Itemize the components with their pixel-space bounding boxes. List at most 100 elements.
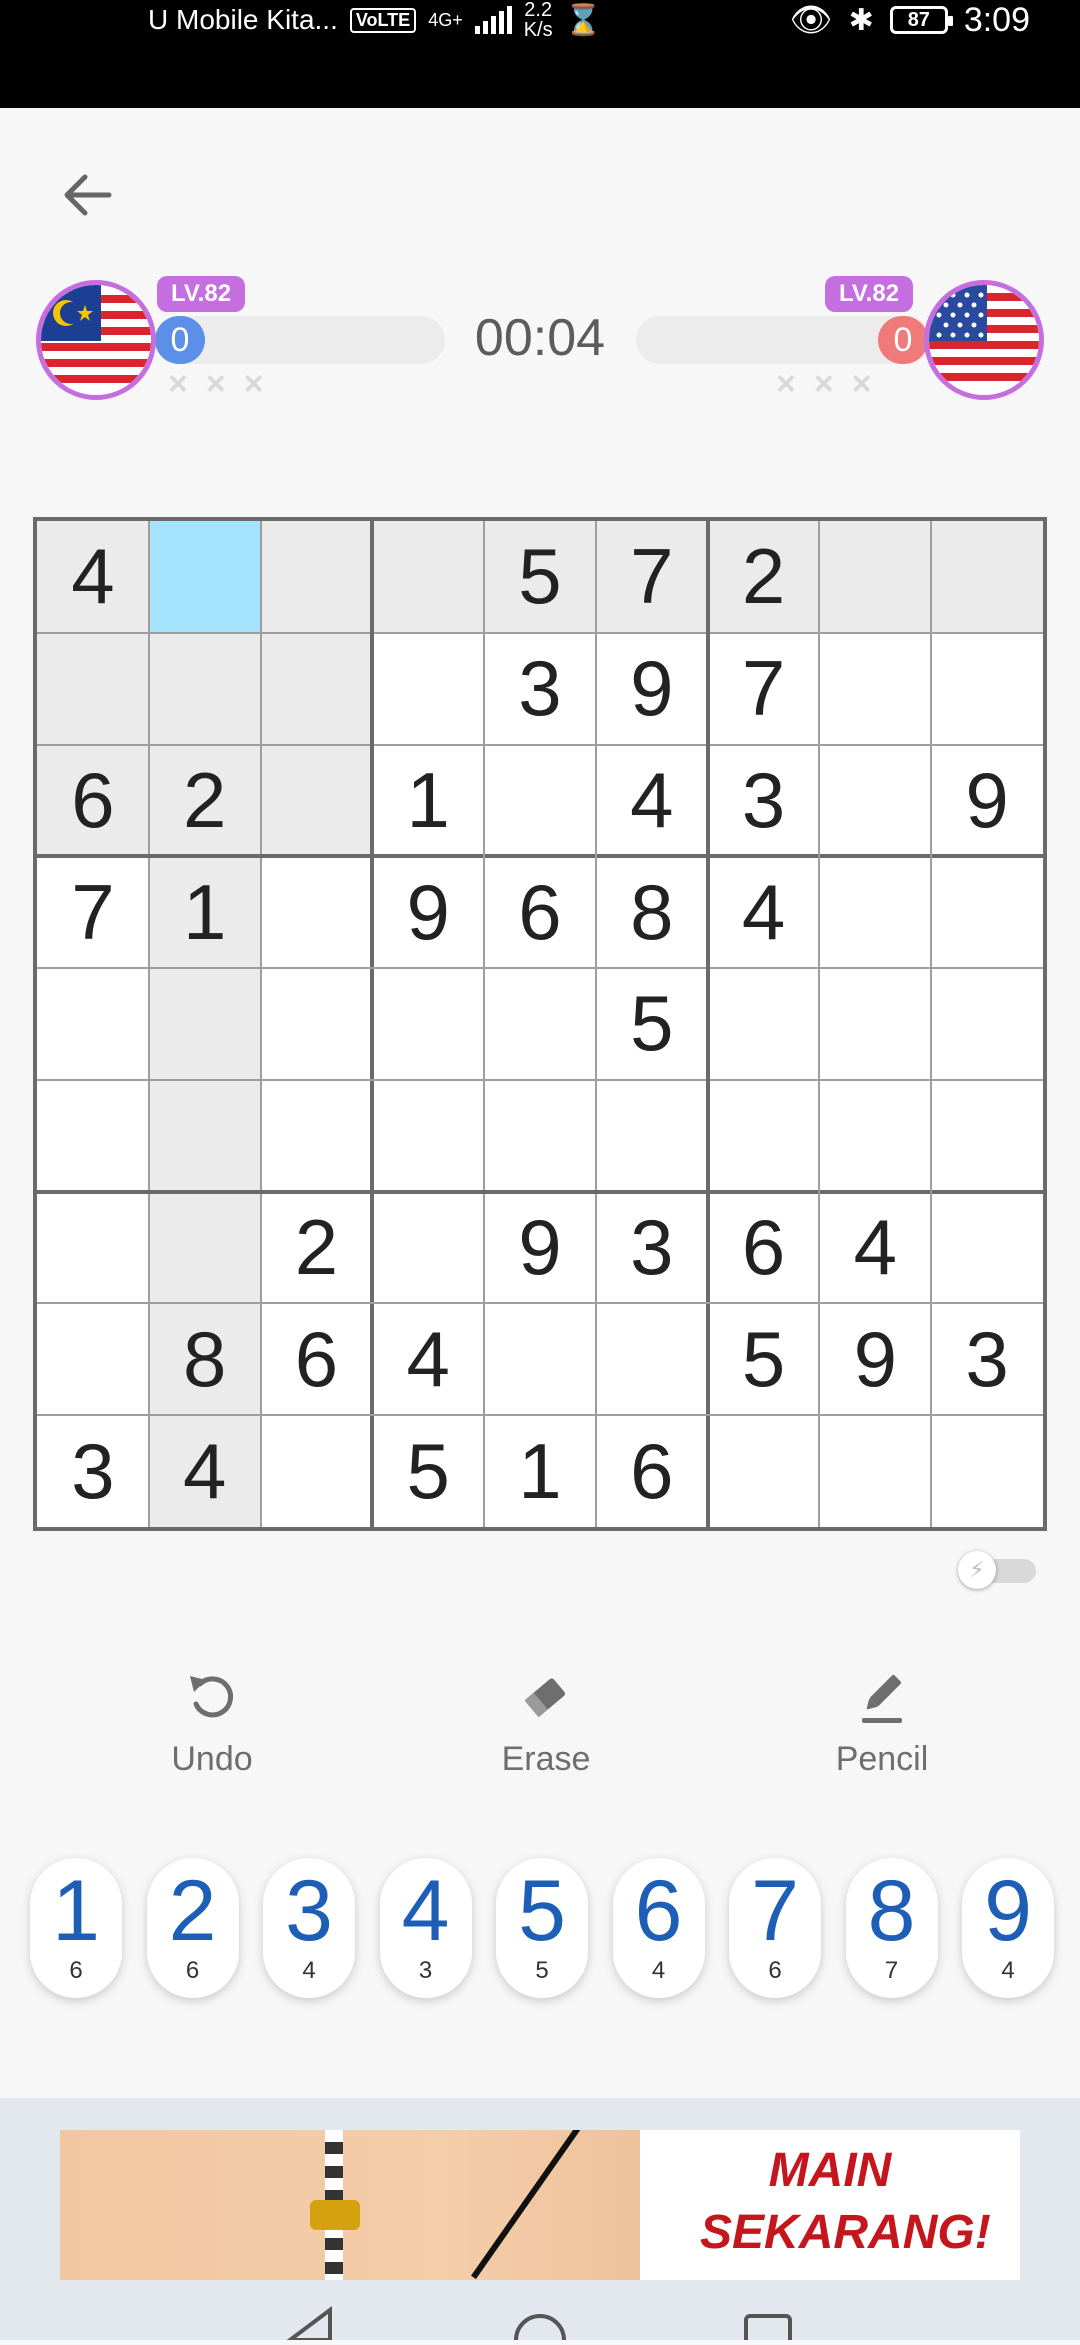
- sudoku-cell[interactable]: 9: [484, 1191, 596, 1304]
- sudoku-cell[interactable]: [931, 1415, 1043, 1527]
- sudoku-cell[interactable]: [260, 744, 373, 857]
- sudoku-cell[interactable]: [484, 968, 596, 1080]
- sudoku-cell[interactable]: 2: [260, 1191, 373, 1304]
- sudoku-cell[interactable]: [37, 632, 149, 745]
- sudoku-cell[interactable]: 5: [484, 521, 596, 633]
- number-button[interactable]: 87: [845, 1858, 938, 1998]
- ad-call-to-action: MAIN SEKARANG!: [700, 2140, 991, 2264]
- sudoku-cell[interactable]: [148, 632, 261, 745]
- sudoku-cell[interactable]: 9: [931, 744, 1043, 857]
- sudoku-cell[interactable]: [931, 1191, 1043, 1304]
- sudoku-cell[interactable]: 9: [819, 1303, 932, 1416]
- nav-recents-icon[interactable]: [744, 2314, 792, 2345]
- sudoku-cell[interactable]: 6: [37, 744, 149, 857]
- sudoku-cell[interactable]: [819, 1079, 932, 1192]
- sudoku-cell[interactable]: [931, 856, 1043, 969]
- sudoku-cell[interactable]: [819, 521, 932, 633]
- sudoku-cell[interactable]: 4: [819, 1191, 932, 1304]
- sudoku-cell[interactable]: [260, 856, 373, 969]
- sudoku-cell[interactable]: [707, 968, 820, 1080]
- sudoku-cell[interactable]: 7: [707, 632, 820, 745]
- nav-home-icon[interactable]: [514, 2314, 566, 2345]
- sudoku-cell[interactable]: 4: [707, 856, 820, 969]
- sudoku-cell[interactable]: 4: [148, 1415, 261, 1527]
- sudoku-cell[interactable]: 6: [707, 1191, 820, 1304]
- sudoku-cell[interactable]: [260, 521, 373, 633]
- number-button[interactable]: 26: [146, 1858, 239, 1998]
- sudoku-cell[interactable]: [37, 968, 149, 1080]
- sudoku-cell[interactable]: [372, 968, 485, 1080]
- sudoku-cell[interactable]: [484, 1303, 596, 1416]
- sudoku-cell[interactable]: 9: [372, 856, 485, 969]
- sudoku-cell[interactable]: [148, 968, 261, 1080]
- sudoku-cell[interactable]: [707, 1079, 820, 1192]
- sudoku-cell[interactable]: [707, 1415, 820, 1527]
- sudoku-cell[interactable]: [260, 968, 373, 1080]
- sudoku-cell[interactable]: 1: [372, 744, 485, 857]
- sudoku-cell[interactable]: 5: [707, 1303, 820, 1416]
- ad-banner[interactable]: MAIN SEKARANG!: [60, 2130, 1020, 2280]
- sudoku-cell[interactable]: [819, 968, 932, 1080]
- nav-back-icon[interactable]: [284, 2306, 332, 2342]
- number-button[interactable]: 76: [729, 1858, 821, 1998]
- sudoku-cell[interactable]: [37, 1303, 149, 1416]
- sudoku-cell[interactable]: [595, 1079, 708, 1192]
- sudoku-cell[interactable]: 4: [595, 744, 708, 857]
- sudoku-cell[interactable]: [260, 1079, 373, 1192]
- undo-button[interactable]: Undo: [102, 1670, 322, 1790]
- sudoku-cell[interactable]: [931, 632, 1043, 745]
- sudoku-cell[interactable]: 3: [37, 1415, 149, 1527]
- sudoku-cell[interactable]: 1: [148, 856, 261, 969]
- sudoku-cell[interactable]: [148, 1079, 261, 1192]
- sudoku-cell[interactable]: [931, 521, 1043, 633]
- number-button[interactable]: 94: [962, 1858, 1054, 1998]
- sudoku-cell[interactable]: [931, 1079, 1043, 1192]
- back-button[interactable]: [52, 160, 122, 230]
- number-button[interactable]: 64: [612, 1858, 705, 1998]
- sudoku-cell[interactable]: [372, 632, 485, 745]
- sudoku-cell[interactable]: [260, 632, 373, 745]
- sudoku-cell[interactable]: 8: [148, 1303, 261, 1416]
- sudoku-cell[interactable]: [148, 521, 261, 633]
- number-button[interactable]: 16: [30, 1858, 122, 1998]
- sudoku-cell[interactable]: 3: [595, 1191, 708, 1304]
- sudoku-cell[interactable]: 8: [595, 856, 708, 969]
- number-button[interactable]: 55: [496, 1858, 588, 1998]
- sudoku-cell[interactable]: 4: [372, 1303, 485, 1416]
- sudoku-cell[interactable]: 3: [484, 632, 596, 745]
- sudoku-cell[interactable]: [372, 1079, 485, 1192]
- sudoku-cell[interactable]: [819, 1415, 932, 1527]
- sudoku-cell[interactable]: 5: [595, 968, 708, 1080]
- sudoku-cell[interactable]: [260, 1415, 373, 1527]
- sudoku-cell[interactable]: [37, 1191, 149, 1304]
- sudoku-cell[interactable]: 5: [372, 1415, 485, 1527]
- sudoku-cell[interactable]: [819, 744, 932, 857]
- sudoku-cell[interactable]: 1: [484, 1415, 596, 1527]
- pencil-button[interactable]: Pencil: [772, 1670, 992, 1790]
- sudoku-cell[interactable]: 2: [707, 521, 820, 633]
- sudoku-cell[interactable]: [819, 632, 932, 745]
- sudoku-cell[interactable]: 7: [37, 856, 149, 969]
- sudoku-cell[interactable]: 6: [484, 856, 596, 969]
- sudoku-cell[interactable]: 7: [595, 521, 708, 633]
- sudoku-cell[interactable]: 3: [931, 1303, 1043, 1416]
- sudoku-cell[interactable]: 4: [37, 521, 149, 633]
- sudoku-cell[interactable]: [148, 1191, 261, 1304]
- sudoku-cell[interactable]: [931, 968, 1043, 1080]
- erase-button[interactable]: Erase: [436, 1670, 656, 1790]
- number-button[interactable]: 43: [379, 1858, 472, 1998]
- sudoku-cell[interactable]: [595, 1303, 708, 1416]
- sudoku-cell[interactable]: [484, 744, 596, 857]
- sudoku-cell[interactable]: [372, 1191, 485, 1304]
- sudoku-cell[interactable]: [484, 1079, 596, 1192]
- sudoku-cell[interactable]: 9: [595, 632, 708, 745]
- sudoku-cell[interactable]: 2: [148, 744, 261, 857]
- sudoku-cell[interactable]: 6: [595, 1415, 708, 1527]
- sudoku-cell[interactable]: [819, 856, 932, 969]
- sudoku-cell[interactable]: [37, 1079, 149, 1192]
- number-button[interactable]: 34: [263, 1858, 355, 1998]
- quick-input-toggle[interactable]: ⚡: [958, 1551, 1038, 1589]
- sudoku-cell[interactable]: 6: [260, 1303, 373, 1416]
- sudoku-cell[interactable]: 3: [707, 744, 820, 857]
- sudoku-cell[interactable]: [372, 521, 485, 633]
